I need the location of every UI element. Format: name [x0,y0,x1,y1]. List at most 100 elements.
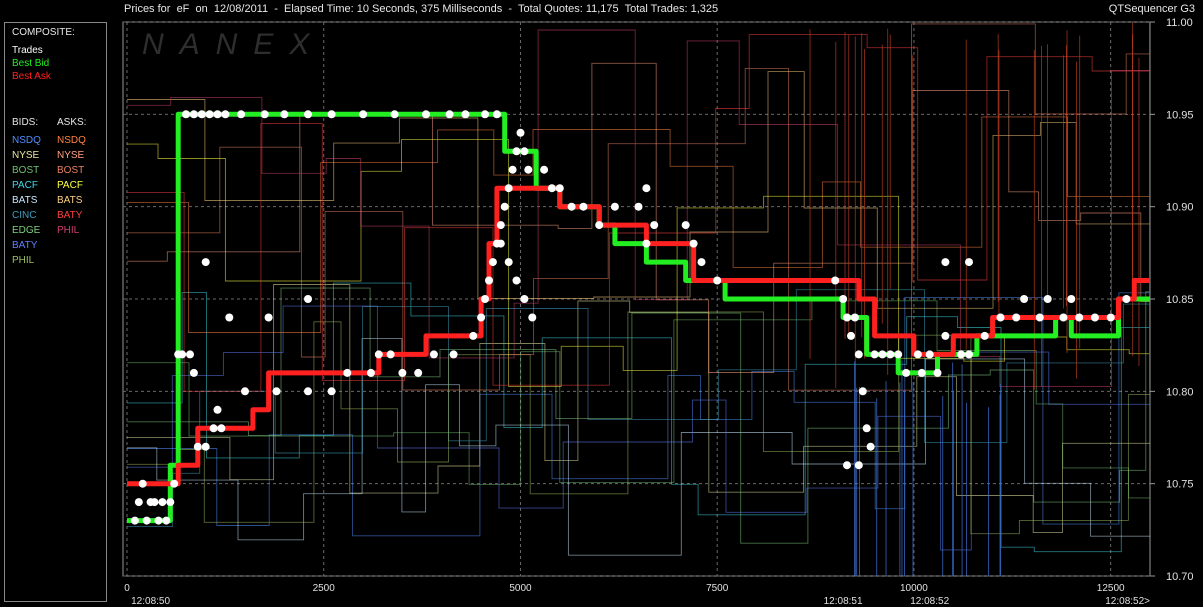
trade-point [925,350,934,359]
trade-point [166,498,175,507]
trade-point [913,350,922,359]
trade-point [689,239,698,248]
trade-point [488,258,497,267]
trade-point [359,110,368,119]
trade-point [524,165,533,174]
trade-point [138,479,147,488]
time-tick-label: 12:08:52 [910,596,949,607]
trade-point [496,239,505,248]
trade-point [449,350,458,359]
trade-point [567,202,576,211]
time-tick-label: 12:08:50 [131,596,170,607]
y-tick-label: 10.75 [1166,479,1194,491]
x-tick-label: 0 [124,583,130,594]
trade-point [134,498,143,507]
venue-quote-line [127,71,1150,309]
trade-point [205,110,214,119]
trade-point [386,350,395,359]
trade-point [390,110,399,119]
trade-point [201,258,210,267]
trade-point [917,368,926,377]
y-tick-label: 10.70 [1166,571,1194,583]
trade-point [642,239,651,248]
x-tick-label: 2500 [313,583,336,594]
trade-point [500,202,509,211]
trade-point [957,350,966,359]
trade-point [1106,313,1115,322]
y-tick-label: 10.80 [1166,386,1194,398]
y-tick-label: 10.85 [1166,294,1194,306]
trade-point [520,147,529,156]
trade-point [547,184,556,193]
trade-point [862,424,871,433]
trade-point [858,387,867,396]
trade-point [854,461,863,470]
trade-point [280,110,289,119]
trade-point [843,461,851,470]
trade-point [154,516,163,525]
trade-point [150,498,159,507]
trade-point [429,350,438,359]
trade-point [304,295,312,303]
trade-point [894,350,903,359]
trade-point [555,184,564,193]
watermark: NANEX [142,28,325,61]
trade-point [481,295,489,303]
trade-point [469,331,478,340]
y-tick-label: 10.95 [1166,109,1194,121]
trade-point [304,110,312,119]
trade-point [201,442,210,451]
price-chart[interactable]: NANEX 11.00 10.95 10.90 10.85 10.80 10.75 10.7… [0,0,1203,607]
trade-point [170,479,179,488]
trade-point [516,128,525,137]
trade-point [186,350,194,359]
trade-point [1020,295,1029,303]
trade-point [237,110,246,119]
trade-point [178,350,187,359]
x-tick-label: 7500 [706,583,729,594]
trade-point [996,313,1005,322]
trade-point [866,442,875,451]
trade-point [225,313,234,322]
trade-point [681,221,690,230]
venue-quote-line [127,289,1150,527]
trade-point [1035,313,1044,322]
trade-point [414,368,423,377]
trade-point [327,387,336,396]
y-tick-label: 10.90 [1166,202,1194,214]
trade-point [1090,313,1099,322]
trade-point [496,221,505,230]
trade-point [343,368,352,377]
trade-point [839,295,848,303]
trade-point [697,258,706,267]
trade-point [941,331,950,340]
trade-point [579,202,588,211]
trade-point [130,516,139,525]
trade-point [870,350,879,359]
y-axis: 11.00 10.95 10.90 10.85 10.80 10.75 10.70 [1150,17,1194,583]
venue-quote-line [127,139,1150,387]
trade-point [481,110,489,119]
trade-point [492,110,501,119]
x-tick-label: 5000 [509,583,532,594]
trade-point [221,110,230,119]
venue-quote-line [127,282,1150,553]
trade-point [1067,295,1076,303]
venue-quote-line [127,62,1150,373]
venue-quote-line [127,305,1150,551]
trade-point [941,258,950,267]
trade-point [634,202,643,211]
trade-point [1012,313,1021,322]
trade-point [850,313,859,322]
trade-point [264,313,273,322]
trade-point [1122,295,1131,303]
trade-point [182,110,190,119]
x-tick-label: 10000 [900,583,928,594]
trade-point [193,442,202,451]
venue-quote-line [127,292,1150,537]
trade-point [189,368,198,377]
venue-quote-line [127,284,1150,534]
trade-point [398,368,407,377]
trade-point [933,368,942,377]
venue-quote-line [127,287,1150,544]
